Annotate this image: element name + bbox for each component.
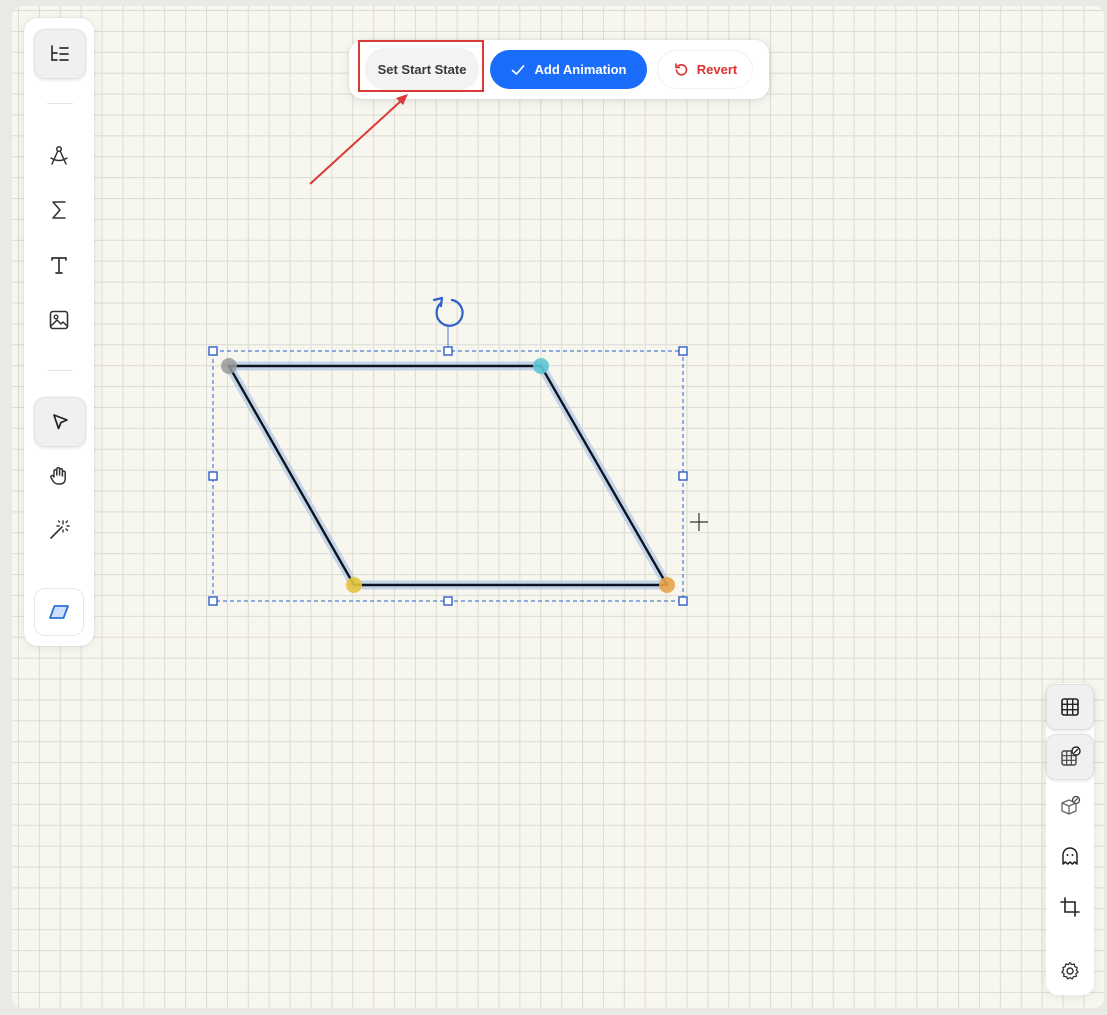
resize-handle[interactable]	[678, 596, 688, 606]
snap-to-grid-button[interactable]	[1046, 734, 1094, 780]
resize-handle[interactable]	[443, 346, 453, 356]
ghost-mode-button[interactable]	[1046, 833, 1094, 879]
crop-button[interactable]	[1046, 884, 1094, 930]
snap-to-object-icon	[1061, 795, 1081, 815]
resize-handle[interactable]	[678, 346, 688, 356]
crosshair-cursor-icon	[690, 513, 708, 531]
snap-to-grid-icon	[1061, 746, 1081, 766]
settings-button[interactable]	[1046, 948, 1094, 994]
rotate-handle-icon[interactable]	[432, 296, 464, 327]
selection-box	[212, 350, 684, 602]
snap-to-object-button[interactable]	[1046, 783, 1094, 829]
settings-gear-icon	[1061, 961, 1079, 980]
canvas-overlay	[208, 94, 708, 606]
resize-handle[interactable]	[678, 471, 688, 481]
resize-handle[interactable]	[208, 596, 218, 606]
vertex-handle[interactable]	[346, 577, 362, 593]
resize-handle[interactable]	[208, 346, 218, 356]
crop-icon	[1060, 897, 1080, 917]
parallelogram-shape[interactable]	[224, 361, 672, 590]
annotation-arrow	[309, 94, 408, 185]
grid-icon	[1061, 698, 1079, 716]
vertex-handle[interactable]	[221, 358, 237, 374]
resize-handle[interactable]	[443, 596, 453, 606]
vertex-handle[interactable]	[659, 577, 675, 593]
resize-handle[interactable]	[208, 471, 218, 481]
grid-toggle-button[interactable]	[1046, 684, 1094, 730]
vertex-handle[interactable]	[533, 358, 549, 374]
ghost-icon	[1062, 847, 1078, 865]
